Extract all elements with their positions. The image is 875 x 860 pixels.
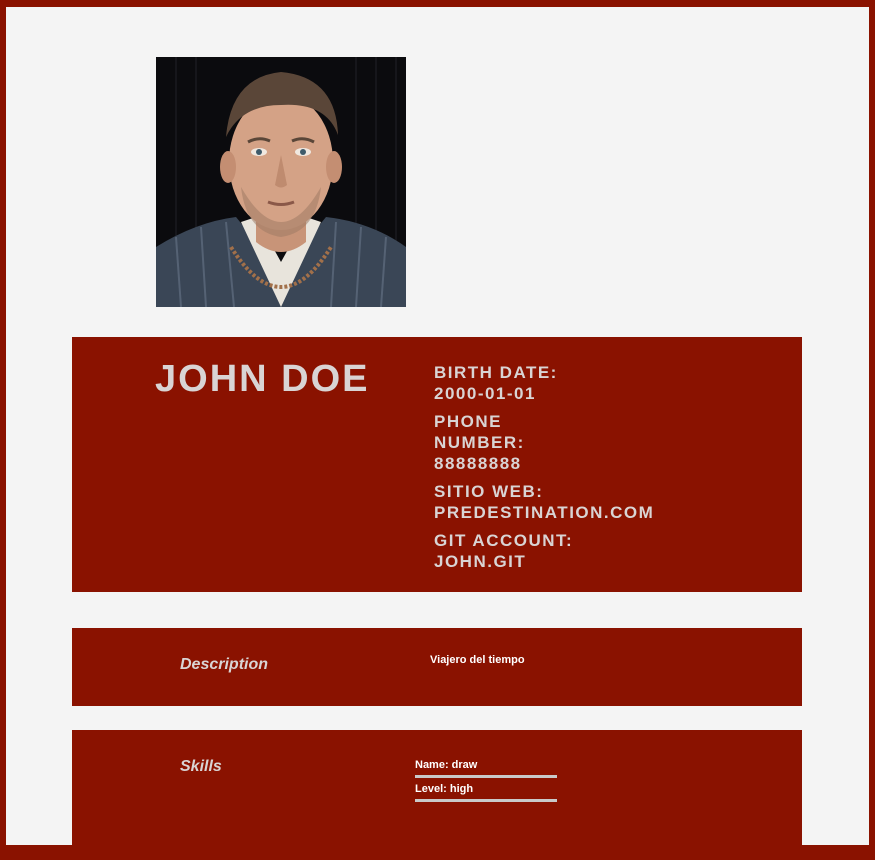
git-value: JOHN.GIT xyxy=(434,552,527,571)
profile-name: JOHN DOE xyxy=(155,358,370,400)
website-info: SITIO WEB: PREDESTINATION.COM xyxy=(434,481,674,523)
description-heading: Description xyxy=(180,656,269,673)
profile-photo xyxy=(156,57,406,307)
phone-label-line-2: NUMBER: xyxy=(434,433,525,452)
skill-level: Level: high xyxy=(415,783,557,802)
git-label: GIT ACCOUNT: xyxy=(434,531,574,550)
skill-name: Name: draw xyxy=(415,759,557,778)
resume-page: JOHN DOE BIRTH DATE: 2000-01-01 PHONE NU… xyxy=(6,7,869,860)
phone-info: PHONE NUMBER: 88888888 xyxy=(434,411,674,474)
birth-date-value: 2000-01-01 xyxy=(434,384,536,403)
birth-date-info: BIRTH DATE: 2000-01-01 xyxy=(434,362,674,404)
website-value: PREDESTINATION.COM xyxy=(434,503,655,522)
contact-info: BIRTH DATE: 2000-01-01 PHONE NUMBER: 888… xyxy=(434,362,674,579)
description-text: Viajero del tiempo xyxy=(430,654,525,666)
skills-panel: Skills Name: draw Level: high xyxy=(72,730,802,860)
description-panel: Description Viajero del tiempo xyxy=(72,628,802,706)
phone-value: 88888888 xyxy=(434,454,522,473)
git-info: GIT ACCOUNT: JOHN.GIT xyxy=(434,530,674,572)
phone-label-line-1: PHONE xyxy=(434,412,502,431)
skills-heading: Skills xyxy=(180,758,222,775)
skills-list: Name: draw Level: high xyxy=(415,759,557,807)
birth-date-label: BIRTH DATE: xyxy=(434,363,558,382)
profile-photo-image xyxy=(156,57,406,307)
header-panel: JOHN DOE BIRTH DATE: 2000-01-01 PHONE NU… xyxy=(72,337,802,592)
website-label: SITIO WEB: xyxy=(434,482,544,501)
